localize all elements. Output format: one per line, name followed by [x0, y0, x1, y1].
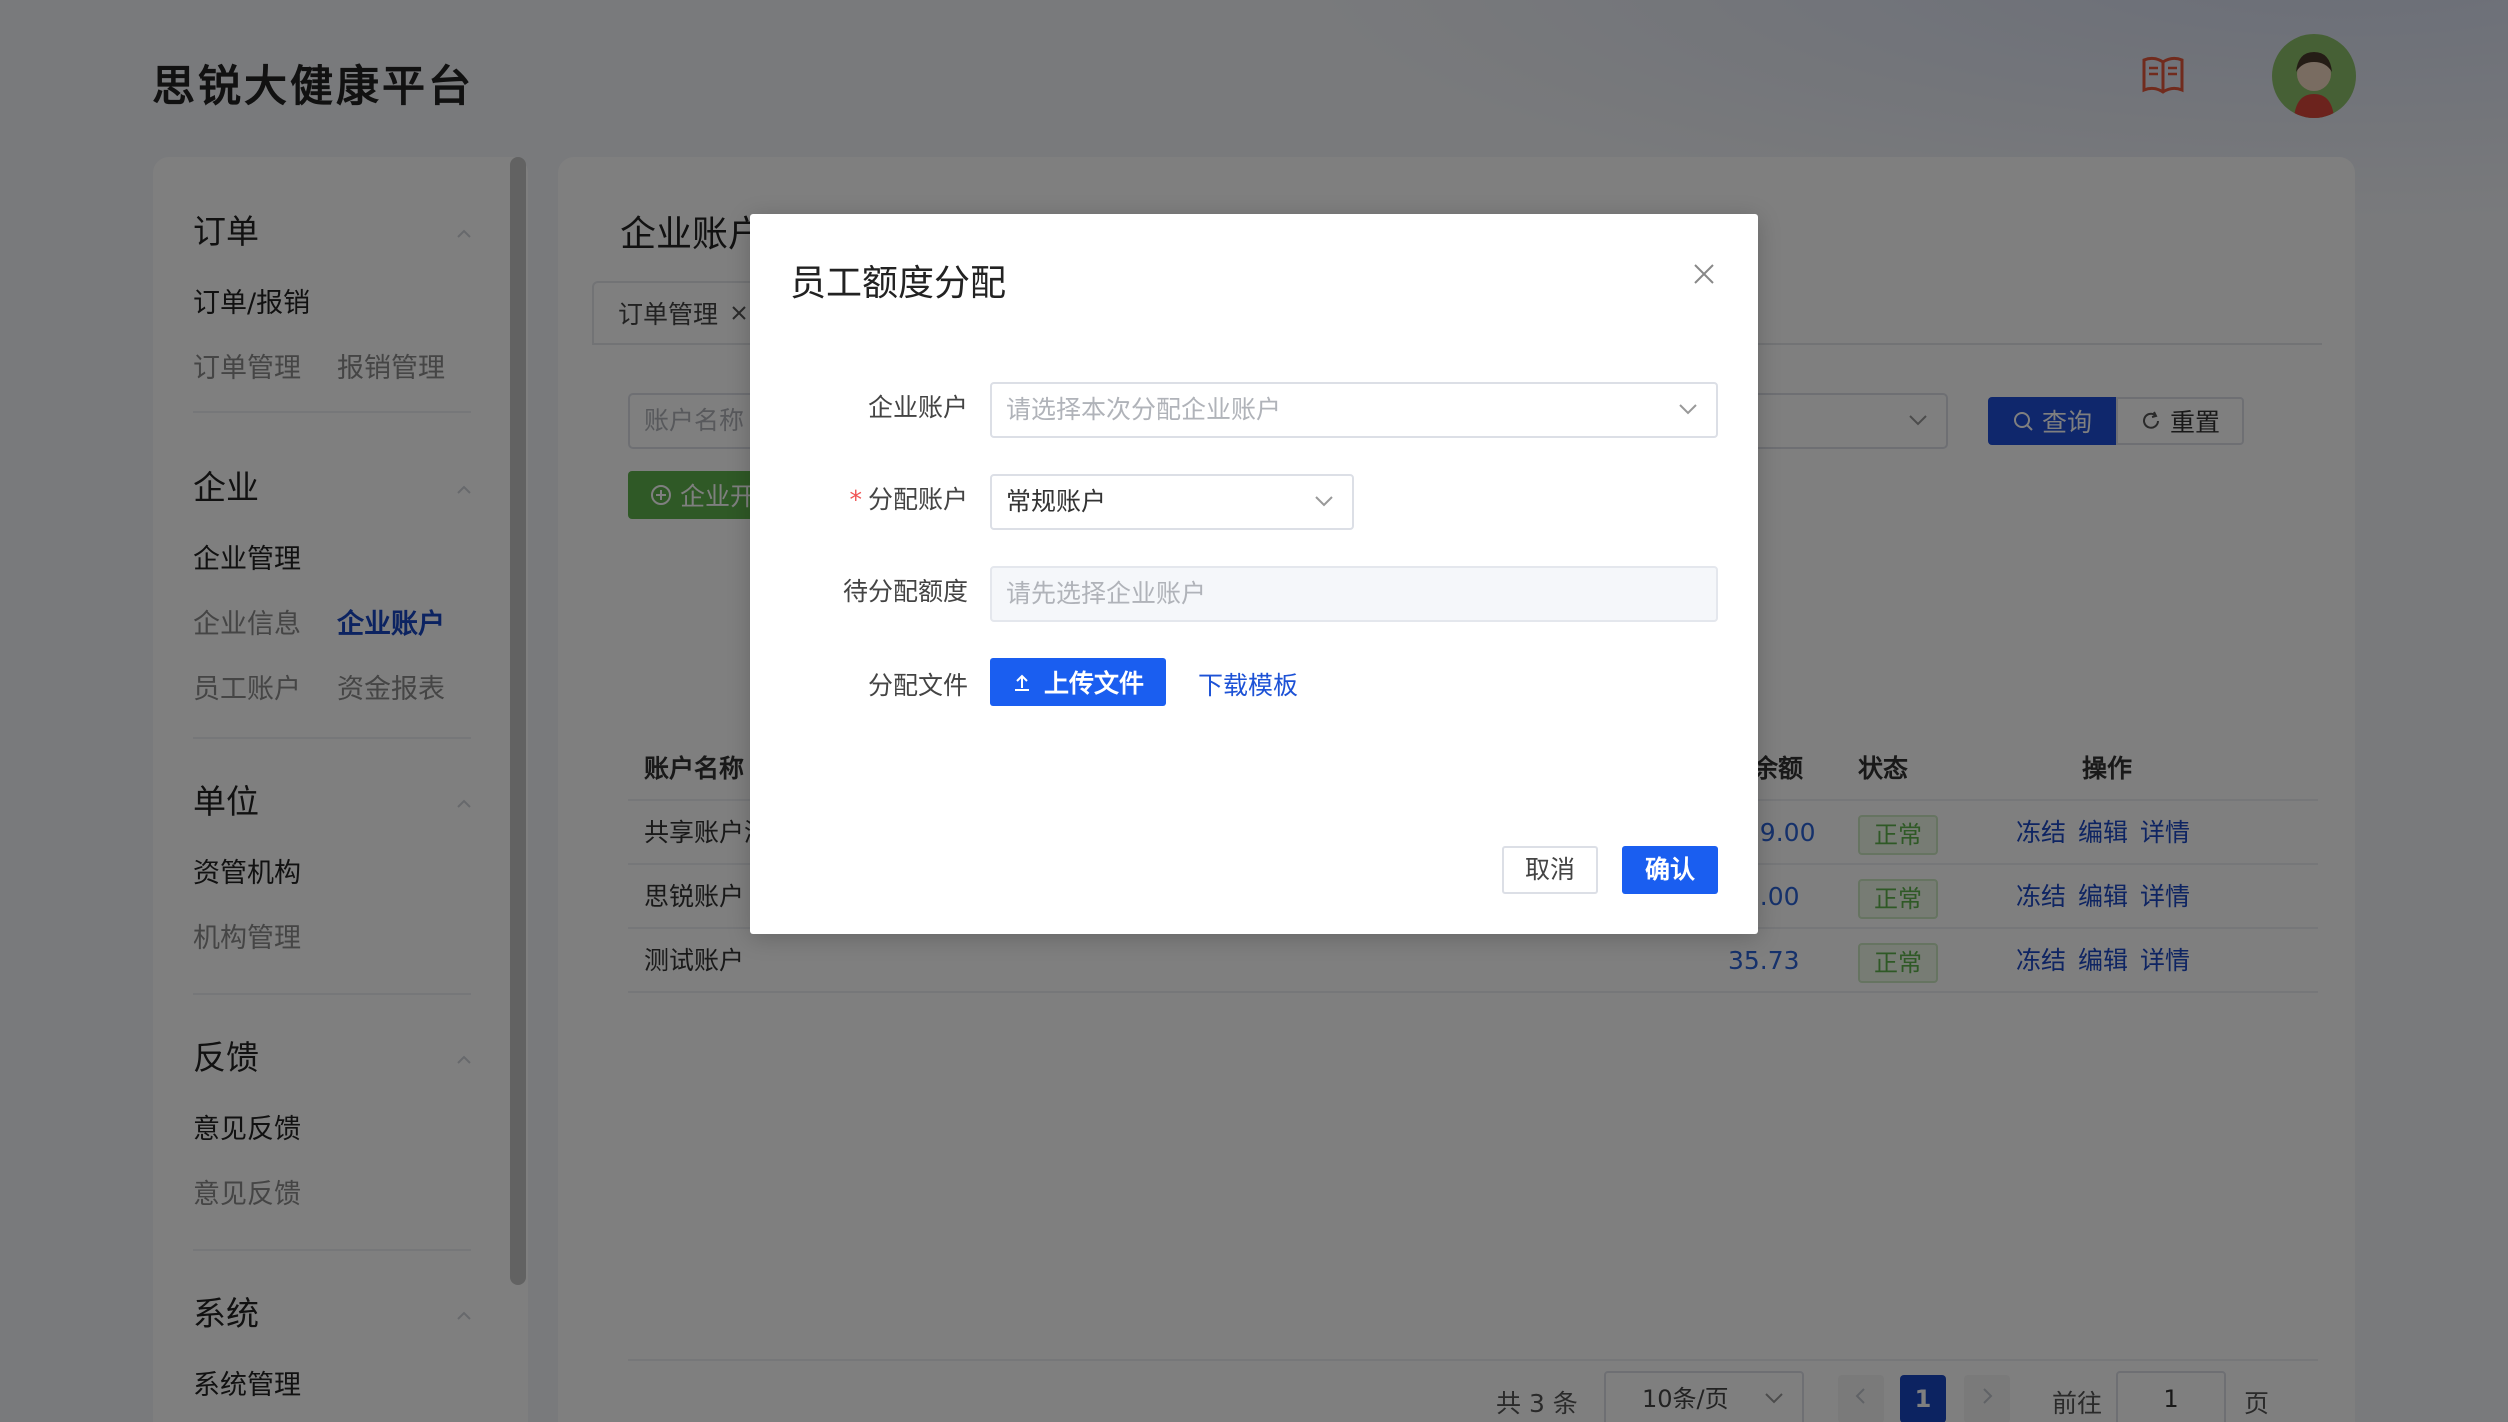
- assign-account-value: 常规账户: [1006, 487, 1107, 516]
- upload-file-label: 上传文件: [1043, 669, 1144, 698]
- download-template-link[interactable]: 下载模板: [1198, 666, 1298, 702]
- dialog-title: 员工额度分配: [790, 263, 1007, 304]
- close-icon[interactable]: [1690, 260, 1718, 288]
- chevron-down-icon: [1315, 496, 1333, 507]
- upload-file-button[interactable]: 上传文件: [990, 658, 1166, 706]
- confirm-button[interactable]: 确认: [1622, 846, 1718, 894]
- assign-account-label-text: 分配账户: [867, 485, 968, 514]
- pending-quota-input[interactable]: 请先选择企业账户: [990, 566, 1718, 622]
- chevron-down-icon: [1679, 404, 1697, 415]
- company-account-select[interactable]: 请选择本次分配企业账户: [990, 382, 1718, 438]
- pending-quota-label: 待分配额度: [842, 577, 968, 606]
- company-account-label: 企业账户: [867, 393, 968, 422]
- company-account-placeholder: 请选择本次分配企业账户: [1006, 395, 1282, 424]
- cancel-button[interactable]: 取消: [1502, 846, 1598, 894]
- required-mark: *: [849, 485, 862, 514]
- quota-dialog: 员工额度分配 企业账户 请选择本次分配企业账户 * 分配账户 常规账户 待分配额度…: [750, 214, 1758, 934]
- assign-file-label: 分配文件: [867, 671, 968, 700]
- assign-account-label: * 分配账户: [849, 480, 968, 516]
- page: 思锐大健康平台 订单 订单/报销 订单管理 报销管理 企业: [0, 0, 2508, 1422]
- upload-icon: [1014, 674, 1029, 691]
- assign-account-select[interactable]: 常规账户: [990, 474, 1354, 530]
